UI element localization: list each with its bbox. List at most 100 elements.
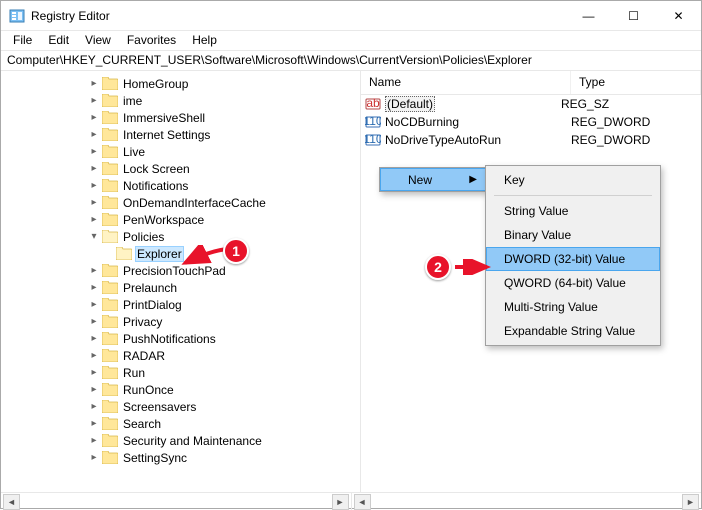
tree-node-radar[interactable]: ▸ RADAR [3,347,360,364]
menu-view[interactable]: View [77,31,119,50]
tree-node-privacy[interactable]: ▸ Privacy [3,313,360,330]
expander-icon[interactable]: ▸ [87,435,101,446]
menu-file[interactable]: File [5,31,40,50]
folder-icon [102,417,118,430]
tree-node-label: ImmersiveShell [121,111,207,125]
tree-node-printdialog[interactable]: ▸PrintDialog [3,296,360,313]
value-type: REG_SZ [561,97,701,111]
expander-icon[interactable]: ▸ [87,146,101,157]
tree-node-label: RADAR [121,349,167,363]
ctx-string-value[interactable]: String Value [486,199,660,223]
tree-node-immersiveshell[interactable]: ▸ ImmersiveShell [3,109,360,126]
tree-node-label: Privacy [121,315,164,329]
expander-icon[interactable]: ▸ [87,78,101,89]
expander-icon[interactable]: ▸ [87,112,101,123]
folder-icon [102,196,118,209]
tree-pane[interactable]: ▸HomeGroup▸ime▸ImmersiveShell▸Internet S… [1,71,361,492]
expander-icon[interactable]: ▸ [87,95,101,106]
tree-node-security-and-maintenance[interactable]: ▸Security and Maintenance [3,432,360,449]
tree-node-label: PenWorkspace [121,213,206,227]
tree-node-label: PushNotifications [121,332,218,346]
ctx-qword-64-bit-value[interactable]: QWORD (64-bit) Value [486,271,660,295]
folder-icon [116,247,132,260]
expander-icon[interactable]: ▸ [87,418,101,429]
annotation-badge-1: 1 [223,238,249,264]
tree-node-policies[interactable]: ▾ Policies [3,228,360,245]
menu-help[interactable]: Help [184,31,225,50]
svg-text:110: 110 [365,114,381,128]
hscroll-left[interactable]: ◄ [3,494,20,510]
col-name[interactable]: Name [361,71,571,94]
menubar: File Edit View Favorites Help [1,31,701,51]
hscroll-left-right-pane[interactable]: ◄ [354,494,371,510]
expander-icon[interactable]: ▸ [87,316,101,327]
tree-node-runonce[interactable]: ▸ RunOnce [3,381,360,398]
expander-icon[interactable]: ▸ [87,401,101,412]
tree-node-label: Internet Settings [121,128,212,142]
expander-icon[interactable]: ▸ [87,384,101,395]
expander-icon[interactable]: ▾ [87,231,101,242]
tree-node-pushnotifications[interactable]: ▸ PushNotifications [3,330,360,347]
annotation-arrow-2 [453,259,493,275]
close-button[interactable]: ✕ [656,1,701,31]
maximize-button[interactable]: ☐ [611,1,656,31]
expander-icon[interactable]: ▸ [87,299,101,310]
expander-icon[interactable]: ▸ [87,163,101,174]
tree-node-live[interactable]: ▸Live [3,143,360,160]
expander-icon[interactable]: ▸ [87,333,101,344]
folder-icon [102,128,118,141]
tree-node-label: Policies [121,230,166,244]
tree-node-run[interactable]: ▸Run [3,364,360,381]
expander-icon[interactable]: ▸ [87,180,101,191]
address-bar[interactable]: Computer\HKEY_CURRENT_USER\Software\Micr… [1,51,701,71]
window-title: Registry Editor [31,9,566,23]
tree-node-label: RunOnce [121,383,176,397]
tree-node-search[interactable]: ▸Search [3,415,360,432]
menu-edit[interactable]: Edit [40,31,77,50]
tree-node-notifications[interactable]: ▸ Notifications [3,177,360,194]
ctx-new[interactable]: New ▶ [380,168,486,191]
folder-icon [102,213,118,226]
tree-node-label: Screensavers [121,400,198,414]
folder-icon [102,77,118,90]
ctx-dword-32-bit-value[interactable]: DWORD (32-bit) Value [486,247,660,271]
tree-node-screensavers[interactable]: ▸ Screensavers [3,398,360,415]
tree-node-internet-settings[interactable]: ▸ Internet Settings [3,126,360,143]
minimize-button[interactable]: — [566,1,611,31]
expander-icon[interactable]: ▸ [87,265,101,276]
folder-icon [102,281,118,294]
tree-node-ondemandinterfacecache[interactable]: ▸OnDemandInterfaceCache [3,194,360,211]
col-type[interactable]: Type [571,71,701,94]
ctx-binary-value[interactable]: Binary Value [486,223,660,247]
hscroll-right-right-pane[interactable]: ► [682,494,699,510]
menu-favorites[interactable]: Favorites [119,31,184,50]
expander-icon[interactable]: ▸ [87,350,101,361]
expander-icon[interactable]: ▸ [87,282,101,293]
expander-icon[interactable]: ▸ [87,367,101,378]
svg-text:110: 110 [365,132,381,146]
value-row--default-[interactable]: ab(Default)REG_SZ [361,95,701,113]
expander-icon[interactable]: ▸ [87,197,101,208]
value-row-nocdburning[interactable]: 110NoCDBurningREG_DWORD [361,113,701,131]
folder-icon [102,315,118,328]
ctx-multi-string-value[interactable]: Multi-String Value [486,295,660,319]
expander-icon[interactable]: ▸ [87,452,101,463]
tree-node-label: HomeGroup [121,77,190,91]
tree-node-homegroup[interactable]: ▸ HomeGroup [3,75,360,92]
tree-node-prelaunch[interactable]: ▸Prelaunch [3,279,360,296]
tree-node-ime[interactable]: ▸ime [3,92,360,109]
expander-icon[interactable]: ▸ [87,129,101,140]
hscroll-right[interactable]: ► [332,494,349,510]
tree-node-label: Notifications [121,179,190,193]
tree-node-lock-screen[interactable]: ▸Lock Screen [3,160,360,177]
annotation-badge-2: 2 [425,254,451,280]
tree-node-penworkspace[interactable]: ▸ PenWorkspace [3,211,360,228]
app-icon [9,8,25,24]
ctx-expandable-string-value[interactable]: Expandable String Value [486,319,660,343]
ctx-key[interactable]: Key [486,168,660,192]
svg-text:ab: ab [366,96,380,110]
expander-icon[interactable]: ▸ [87,214,101,225]
value-row-nodrivetypeautorun[interactable]: 110NoDriveTypeAutoRunREG_DWORD [361,131,701,149]
value-name: NoCDBurning [385,115,571,129]
tree-node-settingsync[interactable]: ▸SettingSync [3,449,360,466]
